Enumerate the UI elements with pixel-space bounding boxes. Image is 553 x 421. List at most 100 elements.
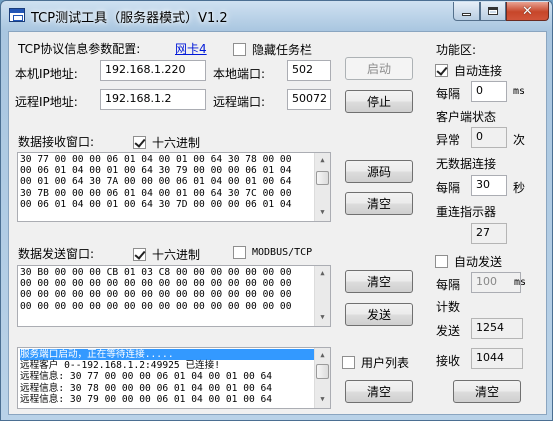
log-scrollbar[interactable]: ▲ ▼ xyxy=(314,348,330,408)
user-list-box[interactable] xyxy=(342,356,355,369)
reconnect-value: 27 xyxy=(471,223,507,244)
modbus-checkbox[interactable]: MODBUS/TCP xyxy=(233,246,312,259)
modbus-box[interactable] xyxy=(233,246,246,259)
count-clear-button[interactable]: 清空 xyxy=(453,380,521,403)
nic-link[interactable]: 网卡4 xyxy=(175,40,207,57)
text-line: 远程信息: 30 77 00 00 00 06 01 04 00 01 00 6… xyxy=(20,371,273,383)
text-line: 30 B0 00 00 00 CB 01 03 C8 00 00 00 00 0… xyxy=(20,267,292,278)
text-line: 30 77 00 00 00 06 01 04 00 01 00 64 30 7… xyxy=(20,154,292,165)
no-data-interval-field[interactable]: 30 xyxy=(471,175,507,196)
minimize-icon xyxy=(462,12,471,16)
remote-ip-label: 远程IP地址: xyxy=(15,95,78,109)
auto-send-checkbox[interactable]: 自动发送 xyxy=(435,253,502,270)
log-lines: 服务端口启动，正在等待连接..... 远程客户 0--192.168.1.2:49… xyxy=(20,349,330,405)
text-line: 00 06 01 04 00 01 00 64 30 7D 00 00 00 0… xyxy=(20,198,292,210)
text-line: 服务端口启动，正在等待连接..... xyxy=(20,349,330,361)
user-list-checkbox[interactable]: 用户列表 xyxy=(342,354,409,371)
text-line: 30 7B 00 00 00 06 01 04 00 01 00 64 30 7… xyxy=(20,187,292,199)
received-count: 1044 xyxy=(471,348,523,369)
send-textarea[interactable]: 30 B0 00 00 00 CB 01 03 C8 00 00 00 00 0… xyxy=(17,265,331,327)
local-port-field[interactable]: 502 xyxy=(287,60,331,81)
send-hex-checkbox[interactable]: 十六进制 xyxy=(133,246,200,263)
minimize-button[interactable] xyxy=(453,2,480,21)
stop-button[interactable]: 停止 xyxy=(345,90,413,113)
scroll-thumb[interactable] xyxy=(316,171,329,185)
scroll-down-icon[interactable]: ▼ xyxy=(315,392,330,408)
text-line: 00 06 01 04 00 01 00 64 30 79 00 00 00 0… xyxy=(20,165,292,177)
received-label: 接收 xyxy=(436,354,461,368)
close-button[interactable]: ✕ xyxy=(506,2,549,21)
send-lines: 30 B0 00 00 00 CB 01 03 C8 00 00 00 00 0… xyxy=(20,267,330,312)
maximize-icon xyxy=(488,7,498,15)
send-button[interactable]: 发送 xyxy=(345,303,413,326)
send-hex-box[interactable] xyxy=(133,248,146,261)
auto-send-label: 自动发送 xyxy=(454,255,503,269)
receive-textarea[interactable]: 30 77 00 00 00 06 01 04 00 01 00 64 30 7… xyxy=(17,152,331,222)
send-clear-button[interactable]: 清空 xyxy=(345,270,413,293)
send-interval-label: 每隔 xyxy=(436,278,461,292)
params-header: TCP协议信息参数配置: xyxy=(18,42,141,56)
log-textarea[interactable]: 服务端口启动，正在等待连接..... 远程客户 0--192.168.1.2:49… xyxy=(17,347,331,409)
send-header: 数据发送窗口: xyxy=(18,247,95,261)
text-line: 00 00 00 00 00 00 00 00 00 00 00 00 00 0… xyxy=(20,300,292,312)
sent-count: 1254 xyxy=(471,318,523,339)
maximize-button[interactable] xyxy=(480,2,506,21)
no-data-label: 无数据连接 xyxy=(436,157,497,171)
send-interval-unit: ms xyxy=(514,277,527,288)
auto-connect-label: 自动连接 xyxy=(454,64,503,78)
interval-field[interactable]: 0 xyxy=(471,81,507,102)
user-list-label: 用户列表 xyxy=(361,356,410,370)
receive-header: 数据接收窗口: xyxy=(18,135,95,149)
local-ip-field[interactable]: 192.168.1.220 xyxy=(100,60,206,81)
receive-hex-label: 十六进制 xyxy=(152,136,201,150)
auto-connect-box[interactable] xyxy=(435,64,448,77)
text-line: 远程客户 0--192.168.1.2:49925 已连接! xyxy=(20,360,221,372)
source-button[interactable]: 源码 xyxy=(345,160,413,183)
modbus-label: MODBUS/TCP xyxy=(252,247,313,258)
client-area: TCP协议信息参数配置: 网卡4 隐藏任务栏 本机IP地址: 192.168.1… xyxy=(8,31,547,415)
reconnect-label: 重连指示器 xyxy=(436,205,497,219)
auto-connect-checkbox[interactable]: 自动连接 xyxy=(435,62,502,79)
receive-clear-button[interactable]: 清空 xyxy=(345,192,413,215)
log-clear-button[interactable]: 清空 xyxy=(345,380,413,403)
close-icon: ✕ xyxy=(522,3,533,19)
scroll-down-icon[interactable]: ▼ xyxy=(315,310,330,326)
scroll-down-icon[interactable]: ▼ xyxy=(315,205,330,221)
no-data-interval-label: 每隔 xyxy=(436,181,461,195)
no-data-unit: 秒 xyxy=(513,181,526,195)
auto-send-box[interactable] xyxy=(435,255,448,268)
sent-label: 发送 xyxy=(436,324,461,338)
app-icon xyxy=(9,8,25,22)
receive-hex-checkbox[interactable]: 十六进制 xyxy=(133,134,200,151)
abnormal-count: 0 xyxy=(471,127,507,148)
remote-ip-field[interactable]: 192.168.1.2 xyxy=(100,89,206,110)
interval-unit: ms xyxy=(513,86,526,97)
text-line: 远程信息: 30 79 00 00 00 06 01 04 00 01 00 6… xyxy=(20,393,273,405)
remote-port-field[interactable]: 50072 xyxy=(287,89,331,110)
client-status-label: 客户端状态 xyxy=(436,110,497,124)
functions-header: 功能区: xyxy=(436,43,477,57)
start-button[interactable]: 启动 xyxy=(345,57,413,80)
local-ip-label: 本机IP地址: xyxy=(15,67,78,81)
abnormal-label: 异常 xyxy=(436,133,461,147)
text-line: 远程信息: 30 78 00 00 00 06 01 04 00 01 00 6… xyxy=(20,382,273,394)
receive-lines: 30 77 00 00 00 06 01 04 00 01 00 64 30 7… xyxy=(20,154,330,210)
send-scrollbar[interactable]: ▲ ▼ xyxy=(314,266,330,326)
receive-hex-box[interactable] xyxy=(133,136,146,149)
hide-taskbar-label: 隐藏任务栏 xyxy=(252,43,313,57)
text-line: 00 00 00 00 00 00 00 00 00 00 00 00 00 0… xyxy=(20,289,292,301)
title-bar[interactable]: TCP测试工具（服务器模式）V1.2 ✕ xyxy=(1,1,552,29)
scroll-up-icon[interactable]: ▲ xyxy=(315,266,330,282)
receive-scrollbar[interactable]: ▲ ▼ xyxy=(314,153,330,221)
hide-taskbar-box[interactable] xyxy=(233,43,246,56)
scroll-up-icon[interactable]: ▲ xyxy=(315,153,330,169)
interval-label: 每隔 xyxy=(436,87,461,101)
local-port-label: 本地端口: xyxy=(213,67,266,81)
scroll-up-icon[interactable]: ▲ xyxy=(315,348,330,364)
remote-port-label: 远程端口: xyxy=(213,95,266,109)
scroll-thumb[interactable] xyxy=(316,364,329,379)
abnormal-unit: 次 xyxy=(513,133,526,147)
hide-taskbar-checkbox[interactable]: 隐藏任务栏 xyxy=(233,41,312,58)
count-label: 计数 xyxy=(436,300,461,314)
app-window: TCP测试工具（服务器模式）V1.2 ✕ TCP协议信息参数配置: 网卡4 隐藏… xyxy=(0,0,553,421)
